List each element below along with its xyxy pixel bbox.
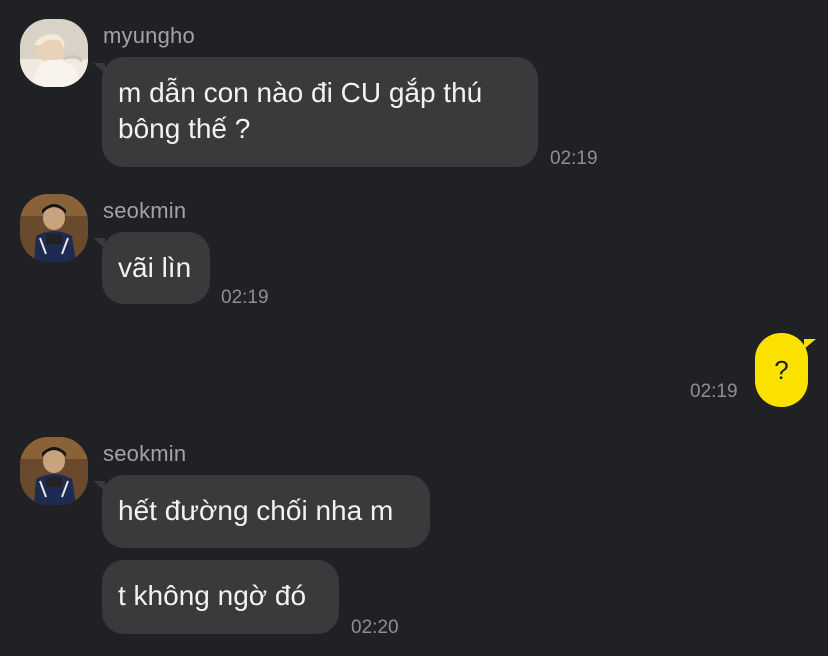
message-text: hết đường chối nha m <box>118 495 394 526</box>
avatar-image <box>20 194 88 262</box>
avatar-seokmin[interactable] <box>20 437 88 505</box>
avatar-image <box>20 437 88 505</box>
avatar-myungho[interactable] <box>20 19 88 87</box>
avatar-seokmin[interactable] <box>20 194 88 262</box>
my-message-bubble[interactable]: ? <box>755 333 816 407</box>
message-text: vãi lìn <box>118 252 192 283</box>
sender-name: seokmin <box>103 441 187 466</box>
message-text-line: bông thế ? <box>118 113 251 144</box>
message-text: t không ngờ đó <box>118 580 307 611</box>
avatar-image <box>20 19 88 87</box>
chat-thread: myungho m dẫn con nào đi CU gắp thú bông… <box>0 0 828 656</box>
sender-name: myungho <box>103 23 195 48</box>
message-timestamp: 02:20 <box>351 617 399 638</box>
message-text-line: m dẫn con nào đi CU gắp thú <box>118 77 483 108</box>
message-bubble[interactable]: m dẫn con nào đi CU gắp thú bông thế ? <box>93 57 538 167</box>
sender-name: seokmin <box>103 198 187 223</box>
message-bubble[interactable]: vãi lìn <box>93 232 210 304</box>
message-bubble[interactable]: t không ngờ đó <box>102 560 339 634</box>
message-timestamp: 02:19 <box>221 287 269 308</box>
message-timestamp: 02:19 <box>550 148 598 169</box>
message-timestamp: 02:19 <box>690 381 738 402</box>
message-text: ? <box>774 355 789 385</box>
message-bubble[interactable]: hết đường chối nha m <box>93 475 430 548</box>
